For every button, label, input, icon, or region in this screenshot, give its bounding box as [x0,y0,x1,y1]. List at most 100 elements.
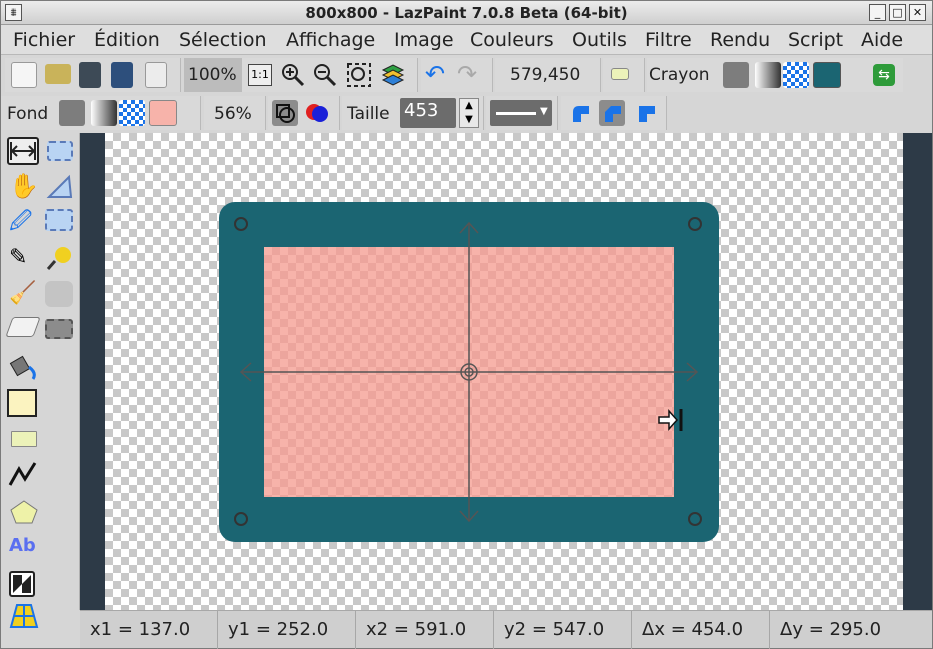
solid-pen-icon[interactable] [723,62,749,88]
menu-fichier[interactable]: Fichier [13,29,75,51]
options-toolbar: Fond 56% Taille 453 ▲ ▼ ▼ [1,94,932,133]
polygon-tool-icon[interactable] [9,499,39,525]
zoom-actual-size-icon[interactable]: 1:1 [248,64,272,86]
menu-couleurs[interactable]: Couleurs [470,29,554,51]
status-y2: y2 = 547.0 [494,611,632,649]
size-input[interactable]: 453 [400,98,456,128]
lasso-select-tool-icon[interactable] [45,173,73,199]
status-y1: y1 = 252.0 [218,611,356,649]
tool-name: Crayon [649,65,710,85]
menu-rendu[interactable]: Rendu [710,29,770,51]
swap-group: ⇆ [867,58,903,92]
outline-mode-icon[interactable] [272,100,298,126]
perspective-tool-icon[interactable] [9,603,39,629]
fill-bucket-tool-icon[interactable] [9,353,39,381]
menu-image[interactable]: Image [394,29,454,51]
status-bar: x1 = 137.0 y1 = 252.0 x2 = 591.0 y2 = 54… [80,610,932,649]
resize-cursor-icon [658,409,683,431]
minimize-icon[interactable]: _ [869,4,886,21]
erase-selection-tool-icon[interactable] [45,319,73,339]
opacity-group: 56% [204,96,266,130]
fill-color-swatch[interactable] [149,100,177,126]
swap-colors-icon[interactable]: ⇆ [873,64,895,86]
status-delta-y: Δy = 295.0 [780,619,882,640]
cursor-coordinates: 579,450 [510,65,581,85]
window-title: 800x800 - LazPaint 7.0.8 Beta (64-bit) [305,4,628,22]
size-stepper[interactable]: ▲ ▼ [459,98,479,128]
pen-tool-icon[interactable]: ✎ [9,245,35,271]
open-folder-icon[interactable] [45,64,71,84]
select-pen-tool-icon[interactable] [45,245,73,271]
zoom-level[interactable]: 100% [188,65,237,85]
transform-axes[interactable] [105,133,903,610]
canvas[interactable] [105,133,903,610]
text-tool-icon[interactable]: Ab [9,535,41,561]
menu-script[interactable]: Script [788,29,843,51]
redo-icon[interactable]: ↷ [457,62,483,88]
chevron-down-icon: ▼ [540,106,548,117]
edit-shape-tool-icon[interactable] [7,389,37,417]
primary-color-swatch[interactable] [611,68,629,80]
opacity-value[interactable]: 56% [214,104,252,124]
menu-edition[interactable]: Édition [94,29,160,51]
color-picker-tool-icon[interactable]: 🖉 [9,209,35,235]
gradient-pen-icon[interactable] [755,62,781,88]
size-label: Taille [347,104,390,124]
status-delta-x: Δx = 454.0 [632,611,770,649]
copy-pages-icon[interactable] [145,62,167,88]
undo-icon[interactable]: ↶ [425,62,451,88]
bevel-join-icon[interactable] [599,100,625,126]
magic-wand-tool-icon[interactable] [45,209,73,231]
size-group: Taille 453 ▲ ▼ [342,96,484,130]
rect-select-tool-icon[interactable] [47,141,73,161]
pen-color-swatch[interactable] [813,62,841,88]
menu-filtre[interactable]: Filtre [645,29,692,51]
menu-bar: Fichier Édition Sélection Affichage Imag… [1,25,932,55]
gradient-fill-icon[interactable] [91,100,117,126]
fill-toolbar-group: Fond [1,96,201,130]
menu-affichage[interactable]: Affichage [286,29,375,51]
app-window: ⩩ 800x800 - LazPaint 7.0.8 Beta (64-bit)… [0,0,933,649]
eraser-tool-icon[interactable] [5,317,41,337]
layers-icon[interactable] [380,62,406,88]
tool-palette: ✋ 🖉 ✎ 🧹 Ab [1,133,80,628]
hand-tool-icon[interactable]: ✋ [9,173,39,199]
zoom-out-icon[interactable] [312,62,338,88]
brush-tool-icon[interactable]: 🧹 [9,281,36,307]
zoom-toolbar-group: 100% 1:1 [184,58,418,92]
save-as-icon[interactable] [111,62,133,88]
fill-label: Fond [7,104,49,124]
zoom-fit-icon[interactable] [346,62,372,88]
shape-mode-group [268,96,340,130]
pen-toolbar-group: Crayon [647,58,903,92]
main-toolbar: 100% 1:1 ↶ ↷ 579,450 Crayon ⇆ [1,56,932,94]
miter-join-icon[interactable] [633,100,659,126]
texture-fill-icon[interactable] [119,100,145,126]
solid-fill-icon[interactable] [59,100,85,126]
line-style-group: ▼ [486,96,558,130]
coords-group: 579,450 [495,58,601,92]
line-style-dropdown[interactable]: ▼ [490,100,552,126]
status-x1: x1 = 137.0 [80,611,218,649]
title-bar: ⩩ 800x800 - LazPaint 7.0.8 Beta (64-bit)… [1,1,932,25]
polyline-tool-icon[interactable] [7,459,39,489]
save-icon[interactable] [79,62,101,88]
zoom-in-icon[interactable] [280,62,306,88]
maximize-icon[interactable]: □ [889,4,906,21]
deform-tool-icon[interactable] [45,281,73,307]
layer-transform-tool-icon[interactable] [9,571,35,597]
texture-pen-icon[interactable] [783,62,809,88]
rectangle-tool-icon[interactable] [11,431,37,447]
new-file-icon[interactable] [11,62,37,88]
history-toolbar-group: ↶ ↷ [421,58,493,92]
menu-aide[interactable]: Aide [861,29,903,51]
fill-outline-mode-icon[interactable] [304,100,330,126]
menu-outils[interactable]: Outils [572,29,627,51]
round-join-icon[interactable] [567,100,593,126]
move-selection-tool-icon[interactable] [7,137,39,165]
status-x2: x2 = 591.0 [356,611,494,649]
file-toolbar-group [5,58,181,92]
close-icon[interactable]: ✕ [909,4,926,21]
join-style-group [561,96,667,130]
menu-selection[interactable]: Sélection [179,29,267,51]
